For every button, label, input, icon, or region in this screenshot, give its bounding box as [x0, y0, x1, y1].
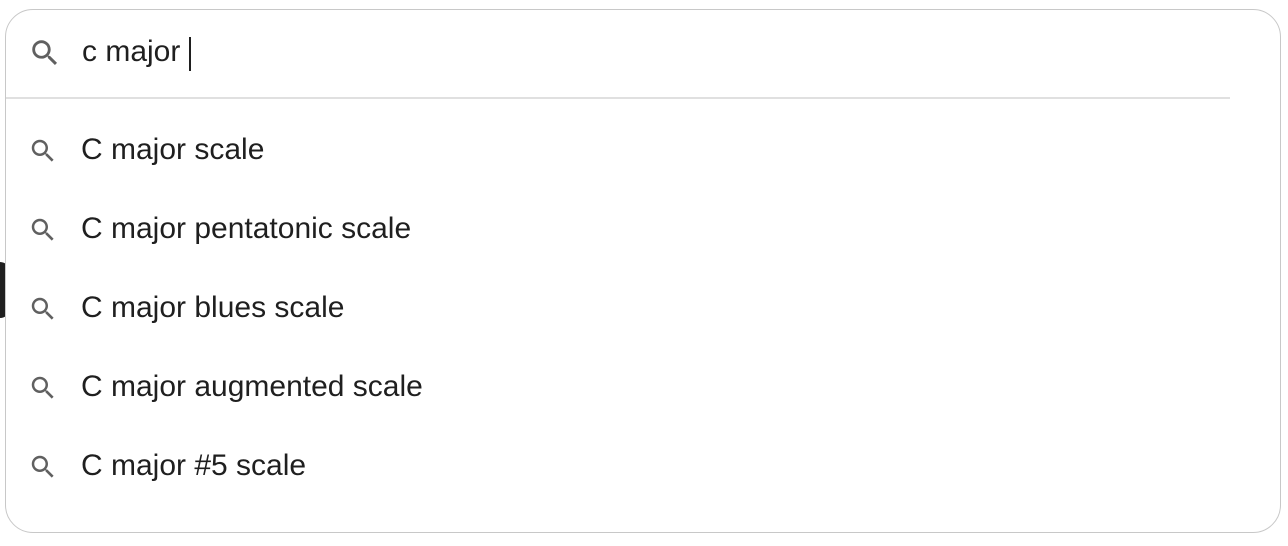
- suggestion-label: C major pentatonic scale: [81, 212, 412, 245]
- text-caret: [189, 37, 191, 71]
- suggestion-label: C major augmented scale: [81, 370, 423, 403]
- search-icon: [28, 373, 58, 403]
- search-icon: [28, 452, 58, 482]
- search-icon: [28, 136, 58, 166]
- suggestion-label: C major scale: [81, 133, 265, 166]
- search-icon: [28, 215, 58, 245]
- suggestion-label: C major blues scale: [81, 291, 345, 324]
- suggestion-label: C major #5 scale: [81, 449, 307, 482]
- suggestion-item[interactable]: C major augmented scale: [6, 347, 1280, 426]
- divider: [6, 97, 1230, 99]
- suggestion-item[interactable]: C major scale: [6, 110, 1280, 189]
- suggestion-item[interactable]: C major pentatonic scale: [6, 189, 1280, 268]
- search-dropdown-panel: C major scale C major pentatonic scale C…: [5, 9, 1281, 533]
- search-input[interactable]: [82, 30, 1082, 74]
- search-bar: [6, 10, 1280, 98]
- search-icon: [28, 294, 58, 324]
- suggestion-list: C major scale C major pentatonic scale C…: [6, 110, 1280, 505]
- search-icon: [28, 36, 62, 70]
- suggestion-item[interactable]: C major blues scale: [6, 268, 1280, 347]
- suggestion-item[interactable]: C major #5 scale: [6, 426, 1280, 505]
